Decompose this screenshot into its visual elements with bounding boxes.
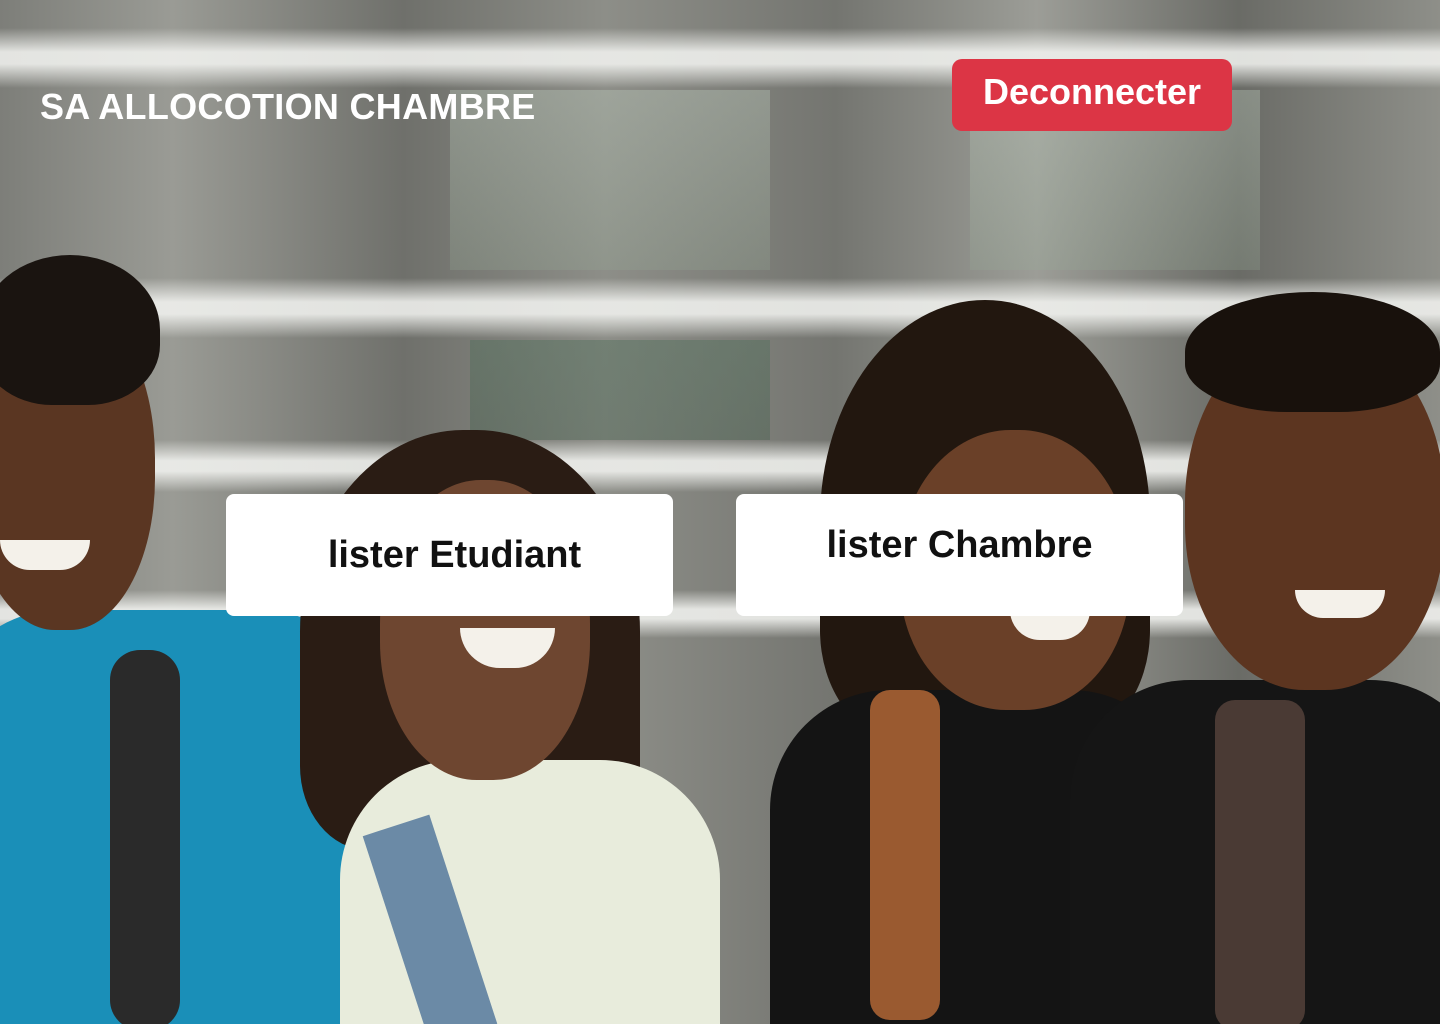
app-title: SA ALLOCOTION CHAMBRE xyxy=(40,86,536,127)
background-photo xyxy=(0,0,1440,1024)
list-rooms-button[interactable]: lister Chambre xyxy=(736,494,1183,616)
list-students-button[interactable]: lister Etudiant xyxy=(226,494,673,616)
home-screen: SA ALLOCOTION CHAMBRE Deconnecter lister… xyxy=(0,0,1440,1024)
logout-button[interactable]: Deconnecter xyxy=(952,59,1232,131)
building-window xyxy=(470,340,770,440)
